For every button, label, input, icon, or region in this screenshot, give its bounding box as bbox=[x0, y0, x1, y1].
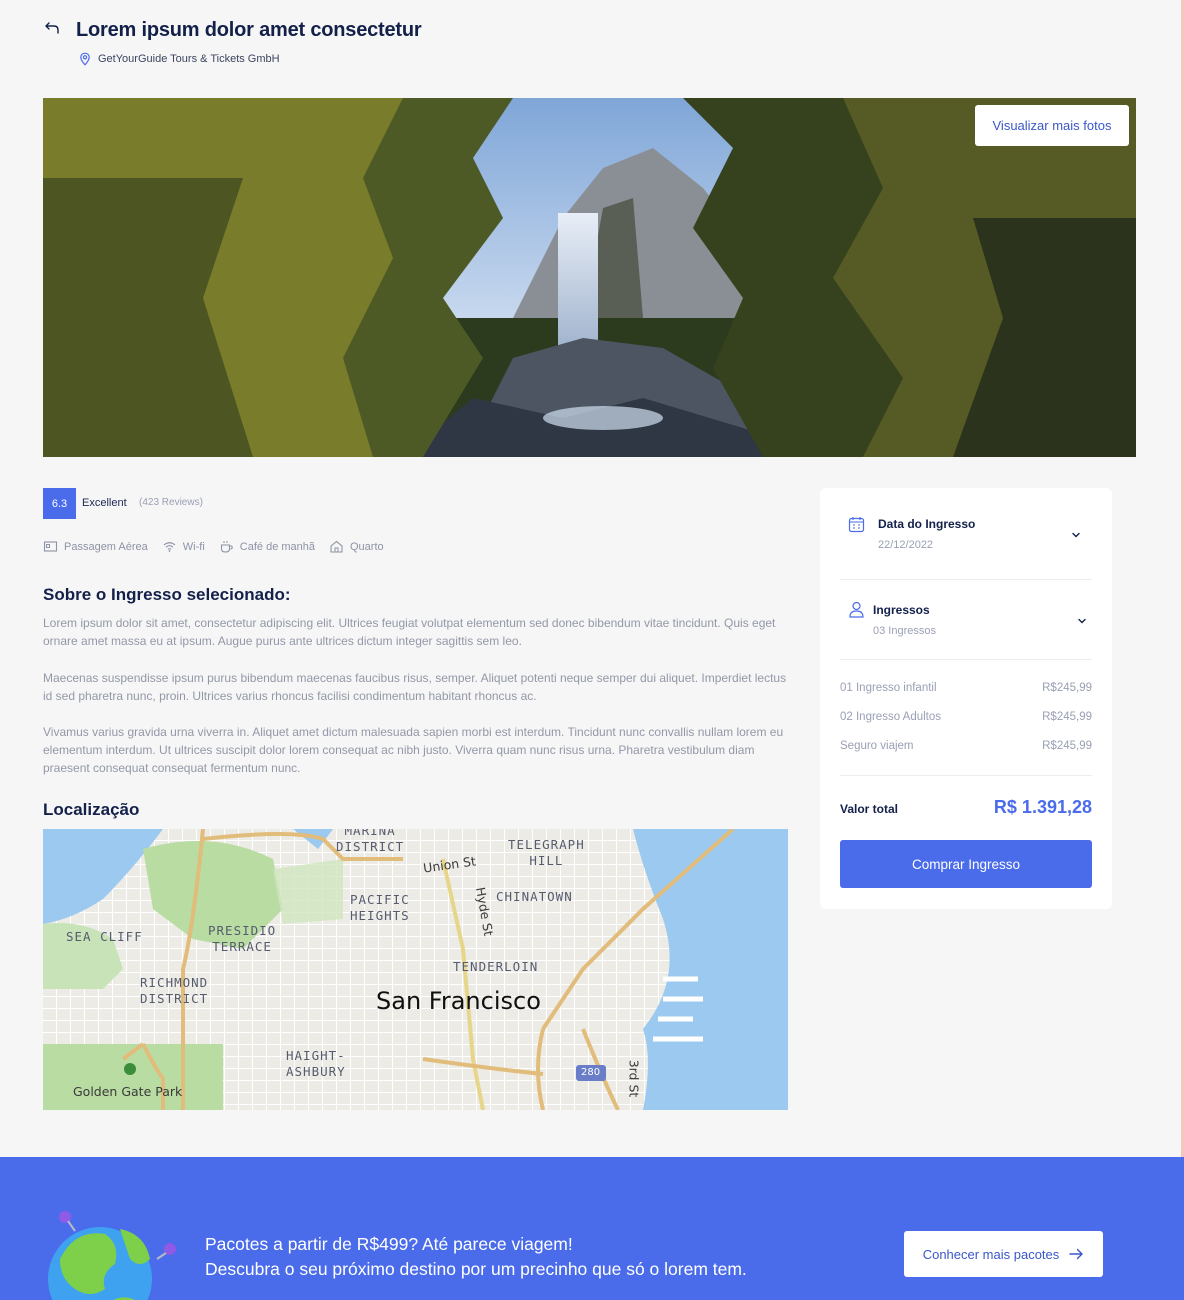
about-paragraph: Vivamus varius gravida urna viverra in. … bbox=[43, 725, 784, 775]
tickets-selector[interactable]: Ingressos 03 Ingressos bbox=[840, 596, 1092, 656]
page-title: Lorem ipsum dolor amet consectetur bbox=[76, 19, 422, 41]
map-label-tenderloin: TENDERLOIN bbox=[453, 959, 539, 974]
line-item-label: 01 Ingresso infantil bbox=[840, 682, 937, 694]
line-item: Seguro viajem R$245,99 bbox=[840, 740, 1092, 752]
divider bbox=[840, 775, 1092, 776]
promo-banner: Pacotes a partir de R$499? Até parece vi… bbox=[0, 1157, 1184, 1300]
rating-score-badge: 6.3 bbox=[43, 488, 76, 519]
map-label-haight: HAIGHT- ASHBURY bbox=[286, 1048, 346, 1079]
line-item: 01 Ingresso infantil R$245,99 bbox=[840, 682, 1092, 694]
calendar-icon bbox=[848, 517, 865, 533]
amenities-list: Passagem Aérea Wi-fi Café de manhã Quart… bbox=[43, 539, 384, 554]
back-icon[interactable] bbox=[44, 20, 62, 38]
line-item: 02 Ingresso Adultos R$245,99 bbox=[840, 711, 1092, 723]
date-selector[interactable]: Data do Ingresso 22/12/2022 bbox=[840, 510, 1092, 570]
about-paragraph: Lorem ipsum dolor sit amet, consectetur … bbox=[43, 616, 776, 648]
map-label-presidio: PRESIDIO TERRACE bbox=[208, 923, 277, 954]
wifi-icon bbox=[163, 542, 176, 552]
line-item-price: R$245,99 bbox=[1042, 682, 1092, 694]
map-label-pacific: PACIFIC HEIGHTS bbox=[350, 892, 410, 923]
total-label: Valor total bbox=[840, 802, 899, 816]
line-item-price: R$245,99 bbox=[1042, 711, 1092, 723]
amenity-label: Quarto bbox=[350, 540, 384, 553]
total-value: R$ 1.391,28 bbox=[993, 797, 1092, 817]
about-heading: Sobre o Ingresso selecionado: bbox=[43, 585, 291, 604]
line-item-label: Seguro viajem bbox=[840, 740, 914, 752]
chevron-down-icon bbox=[1078, 618, 1086, 624]
banner-text: Pacotes a partir de R$499? Até parece vi… bbox=[205, 1232, 747, 1282]
home-icon bbox=[330, 540, 343, 553]
ticket-icon bbox=[43, 541, 58, 552]
line-item-price: R$245,99 bbox=[1042, 740, 1092, 752]
amenity-label: Wi-fi bbox=[182, 540, 205, 553]
location-map[interactable]: MARINA DISTRICT TELEGRAPH HILL PACIFIC HEIG… bbox=[43, 829, 788, 1110]
banner-line-2: Descubra o seu próximo destino por um pr… bbox=[205, 1259, 747, 1279]
amenity-breakfast: Café de manhã bbox=[219, 539, 315, 554]
location-text: GetYourGuide Tours & Tickets GmbH bbox=[98, 53, 280, 65]
amenity-flight: Passagem Aérea bbox=[43, 539, 148, 554]
about-paragraph: Maecenas suspendisse ipsum purus bibendu… bbox=[43, 671, 787, 703]
banner-line-1: Pacotes a partir de R$499? Até parece vi… bbox=[205, 1234, 573, 1254]
tickets-label: Ingressos bbox=[873, 603, 930, 617]
divider bbox=[840, 659, 1092, 660]
globe-icon bbox=[48, 1211, 176, 1300]
map-city-label: San Francisco bbox=[376, 987, 541, 1015]
map-label-golden-gate-park: Golden Gate Park bbox=[73, 1084, 183, 1099]
date-label: Data do Ingresso bbox=[878, 517, 976, 531]
amenity-label: Café de manhã bbox=[239, 540, 315, 553]
map-street-third: 3rd St bbox=[626, 1059, 642, 1098]
rating-label: Excellent bbox=[82, 497, 127, 509]
buy-ticket-button[interactable]: Comprar Ingresso bbox=[840, 840, 1092, 888]
location-heading: Localização bbox=[43, 800, 140, 819]
map-label-seacliff: SEA CLIFF bbox=[66, 929, 143, 944]
chevron-down-icon bbox=[1072, 532, 1080, 538]
hero-image bbox=[43, 98, 1136, 457]
location-row: GetYourGuide Tours & Tickets GmbH bbox=[78, 52, 280, 66]
date-value: 22/12/2022 bbox=[878, 539, 934, 551]
map-label-chinatown: CHINATOWN bbox=[496, 889, 573, 904]
coffee-icon bbox=[220, 541, 233, 553]
amenity-room: Quarto bbox=[329, 539, 384, 554]
divider bbox=[840, 579, 1092, 580]
reviews-count[interactable]: (423 Reviews) bbox=[139, 497, 203, 508]
tickets-value: 03 Ingressos bbox=[873, 625, 936, 637]
amenity-wifi: Wi-fi bbox=[162, 539, 205, 554]
arrow-right-icon bbox=[1069, 1248, 1083, 1260]
map-label-richmond: RICHMOND DISTRICT bbox=[140, 975, 209, 1006]
map-label-marina: MARINA DISTRICT bbox=[336, 829, 405, 854]
amenity-label: Passagem Aérea bbox=[64, 540, 148, 553]
line-item-label: 02 Ingresso Adultos bbox=[840, 711, 942, 723]
view-more-photos-button[interactable]: Visualizar mais fotos bbox=[975, 105, 1129, 146]
map-label-telegraph: TELEGRAPH HILL bbox=[508, 837, 585, 868]
booking-card: Data do Ingresso 22/12/2022 Ingressos 03… bbox=[820, 488, 1112, 909]
user-icon bbox=[849, 601, 864, 618]
map-pin-icon bbox=[80, 52, 90, 66]
map-highway-shield: 280 bbox=[581, 1067, 601, 1078]
more-packages-button[interactable]: Conhecer mais pacotes bbox=[904, 1231, 1103, 1277]
more-packages-label: Conhecer mais pacotes bbox=[922, 1246, 1060, 1262]
